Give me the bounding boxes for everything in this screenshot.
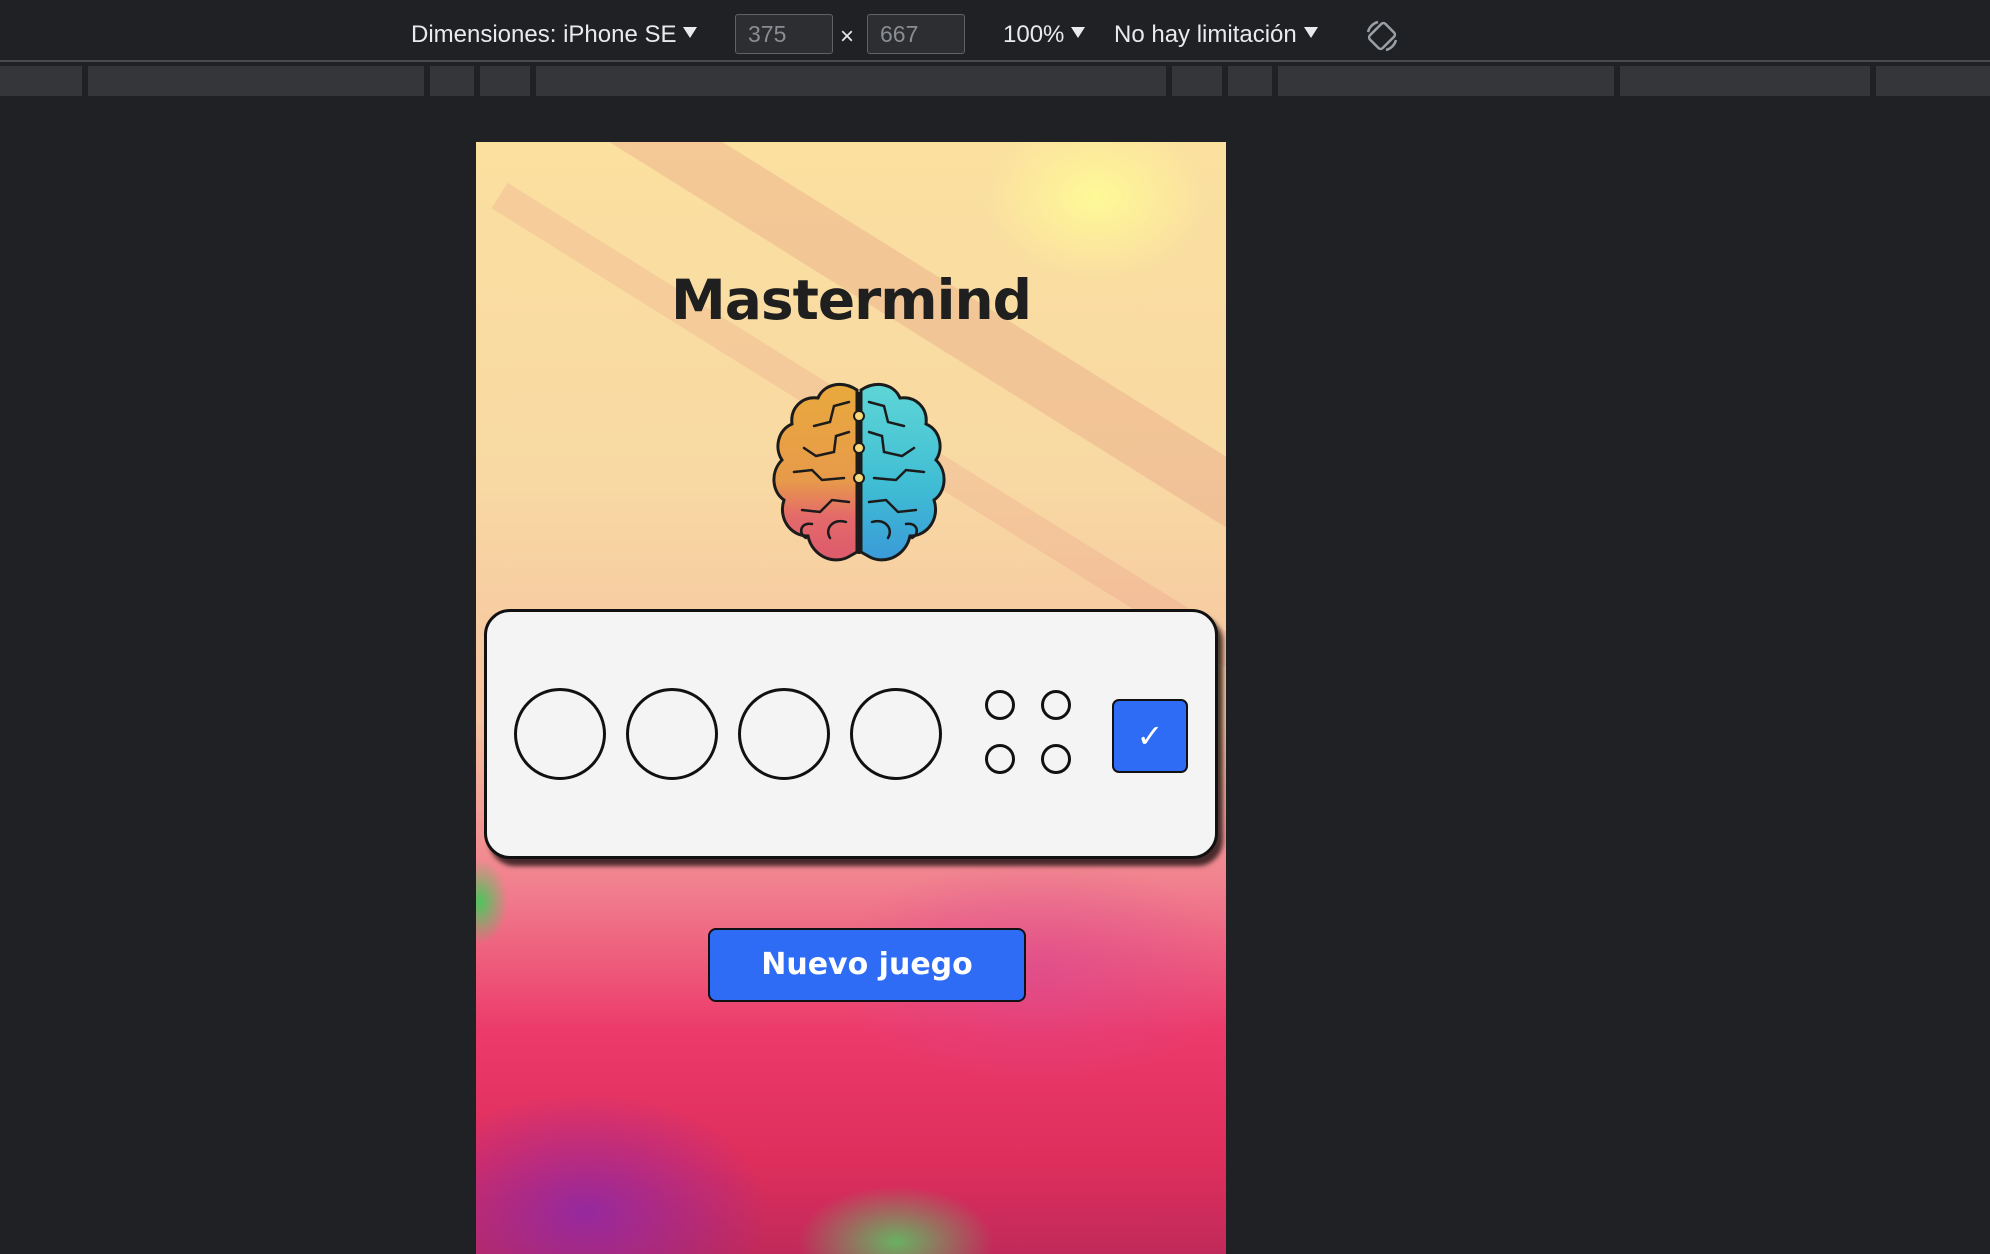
throttling-label: No hay limitación xyxy=(1114,21,1297,48)
hint-peg xyxy=(1041,744,1071,774)
hint-peg xyxy=(1041,690,1071,720)
height-input[interactable] xyxy=(867,14,965,54)
dropdown-caret-icon xyxy=(1071,27,1086,38)
width-input[interactable] xyxy=(735,14,833,54)
hint-peg xyxy=(985,690,1015,720)
throttling-dropdown[interactable]: No hay limitación xyxy=(1114,20,1318,50)
times-sign: × xyxy=(840,23,855,50)
new-game-button[interactable]: Nuevo juego xyxy=(708,928,1026,1002)
device-dimensions-dropdown[interactable]: Dimensiones: iPhone SE xyxy=(411,20,698,50)
media-segment[interactable] xyxy=(430,66,474,96)
media-segment[interactable] xyxy=(1278,66,1614,96)
zoom-label: 100% xyxy=(1003,21,1065,48)
brain-icon xyxy=(772,382,946,562)
media-segment[interactable] xyxy=(1228,66,1272,96)
hint-peg xyxy=(985,744,1015,774)
media-segment[interactable] xyxy=(1172,66,1222,96)
media-segment[interactable] xyxy=(88,66,424,96)
guess-slot-4[interactable] xyxy=(850,688,942,780)
media-segment[interactable] xyxy=(1876,66,1990,96)
device-toolbar: Dimensiones: iPhone SE × 100% No hay lim… xyxy=(0,8,1990,62)
media-segment[interactable] xyxy=(536,66,1166,96)
zoom-dropdown[interactable]: 100% xyxy=(1003,20,1086,50)
guess-row-board: ✓ xyxy=(484,609,1218,859)
device-viewport: Mastermind ✓ Nuevo juego xyxy=(476,142,1226,1254)
device-dimensions-label: Dimensiones: iPhone SE xyxy=(411,21,677,48)
check-button[interactable]: ✓ xyxy=(1112,699,1188,773)
media-segment[interactable] xyxy=(1620,66,1870,96)
guess-slot-2[interactable] xyxy=(626,688,718,780)
dropdown-caret-icon xyxy=(683,27,698,38)
guess-slot-3[interactable] xyxy=(738,688,830,780)
media-segment[interactable] xyxy=(480,66,530,96)
guess-slot-1[interactable] xyxy=(514,688,606,780)
dropdown-caret-icon xyxy=(1303,27,1318,38)
page-title: Mastermind xyxy=(671,268,1032,332)
media-segment[interactable] xyxy=(0,66,82,96)
media-query-bar[interactable] xyxy=(0,62,1990,96)
rotate-icon[interactable] xyxy=(1364,18,1400,54)
